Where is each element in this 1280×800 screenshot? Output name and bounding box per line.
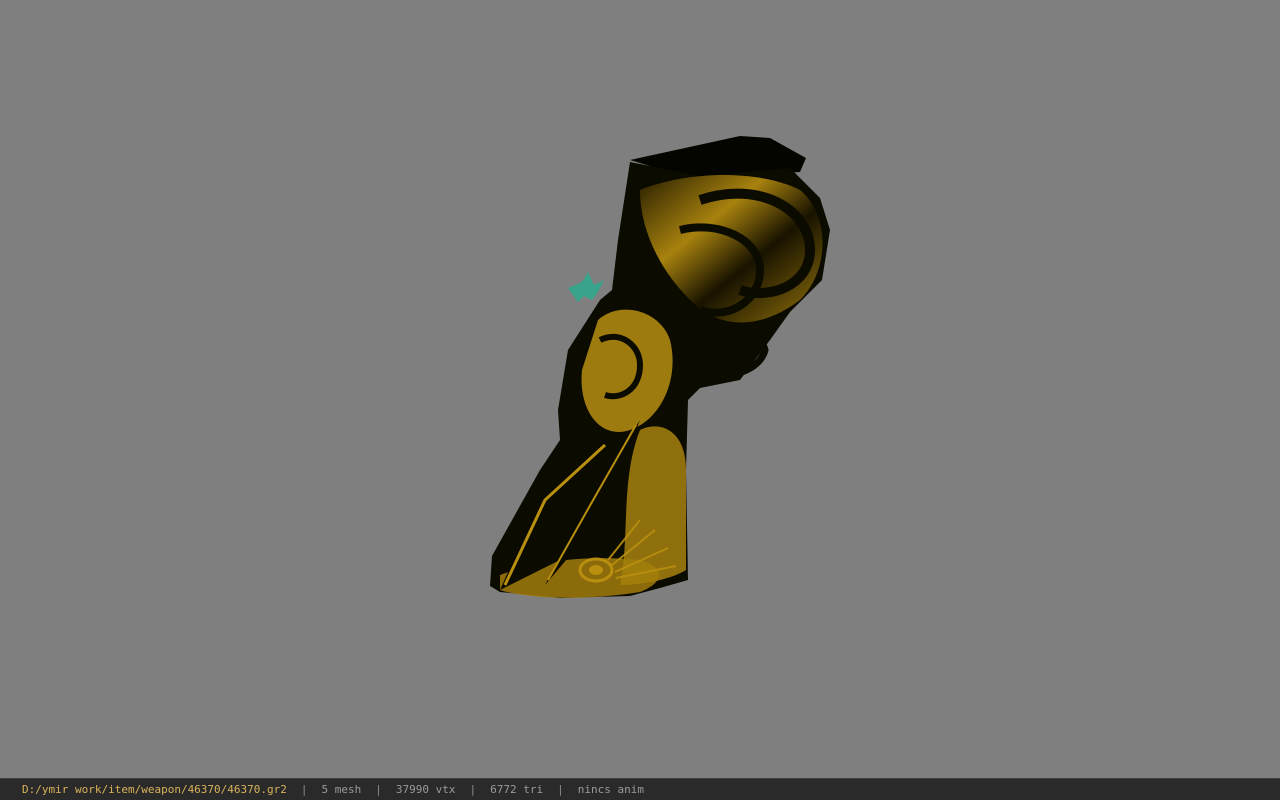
separator: |: [375, 783, 382, 796]
file-path-label: D:/ymir work/item/weapon/46370/46370.gr2: [22, 783, 287, 796]
separator: |: [557, 783, 564, 796]
weapon-model: [490, 136, 830, 598]
model-gem: [568, 272, 604, 302]
triangle-count-label: 6772 tri: [490, 783, 544, 796]
status-bar: D:/ymir work/item/weapon/46370/46370.gr2…: [0, 778, 1280, 800]
separator: |: [300, 783, 308, 796]
separator: |: [469, 783, 477, 796]
vertex-count-label: 37990 vtx: [395, 783, 456, 796]
3d-viewport[interactable]: [0, 0, 1280, 778]
mesh-count-label: 5 mesh: [321, 783, 362, 796]
anim-status-label: nincs anim: [577, 783, 644, 796]
